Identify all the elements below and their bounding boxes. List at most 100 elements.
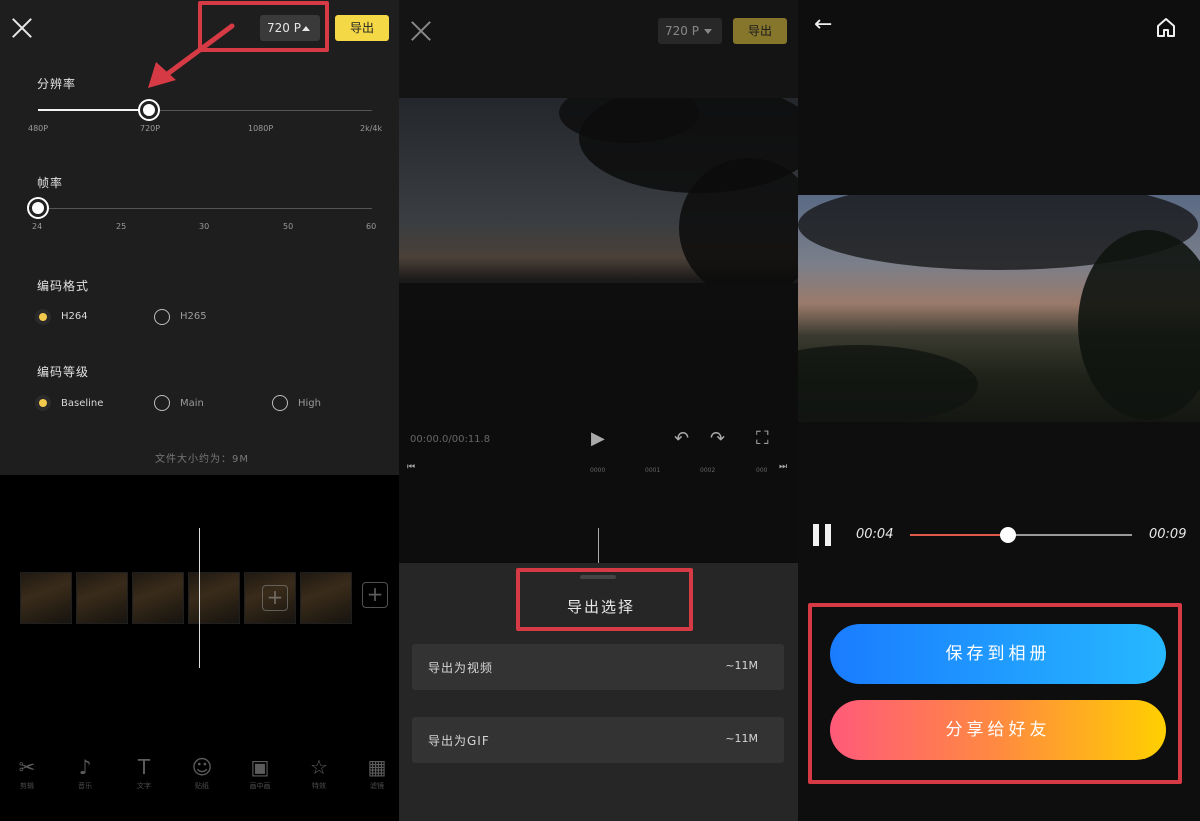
option-size: ~11M	[725, 659, 758, 672]
back-arrow-icon[interactable]: ←	[814, 12, 832, 37]
progress-knob[interactable]	[999, 527, 1016, 543]
export-gif-option[interactable]: 导出为GIF ~11M	[412, 717, 784, 763]
export-result-panel: ← 00:04 00:09 保存到相册 分享给好友	[798, 0, 1200, 821]
baseline-radio[interactable]	[35, 395, 51, 411]
framerate-tick: 24	[32, 222, 43, 231]
export-button[interactable]: 导出	[733, 18, 787, 44]
timeline-scale-label: 000	[756, 467, 768, 474]
codec-format-title: 编码格式	[37, 279, 90, 293]
resolution-dropdown[interactable]: 720 P	[658, 18, 722, 44]
tool-music[interactable]: ♪ 音乐	[65, 755, 105, 791]
pip-icon: ▣	[250, 755, 270, 779]
high-label: High	[298, 398, 321, 409]
highlight-box	[516, 568, 693, 631]
tool-label: 音乐	[78, 782, 92, 790]
h264-label: H264	[61, 311, 88, 322]
skip-start-icon[interactable]: ⏮	[407, 462, 415, 472]
caret-down-icon	[704, 29, 712, 34]
clip-thumbnail-strip	[20, 572, 399, 624]
add-transition-icon[interactable]: +	[262, 585, 288, 611]
framerate-tick: 50	[283, 222, 294, 231]
tool-cut[interactable]: ✂ 剪辑	[7, 755, 47, 791]
undo-icon[interactable]: ↶	[674, 428, 689, 449]
clip-thumbnail	[188, 572, 240, 624]
codec-level-title: 编码等级	[37, 365, 90, 379]
timeline-scale-label: 0000	[590, 467, 606, 474]
resolution-title: 分辨率	[37, 77, 77, 91]
h265-radio[interactable]	[154, 309, 170, 325]
clip-thumbnail	[132, 572, 184, 624]
export-choice-panel: 720 P 导出 00:00.0/00:11.8 ▶ ↶ ↷ ⛶ ⏮ ⏭ 000…	[399, 0, 798, 821]
tool-label: 贴纸	[195, 782, 209, 790]
resolution-slider-knob[interactable]	[140, 101, 158, 119]
close-icon[interactable]	[11, 17, 33, 39]
tool-label: 特效	[312, 782, 326, 790]
tree-silhouette-icon	[798, 195, 1200, 422]
tool-label: 文字	[137, 782, 151, 790]
progress-fill	[910, 534, 1008, 536]
clip-thumbnail	[300, 572, 352, 624]
music-icon: ♪	[78, 755, 92, 779]
h265-label: H265	[180, 311, 207, 322]
tree-silhouette-icon	[399, 98, 798, 320]
timeline-scale-label: 0002	[700, 467, 716, 474]
current-time: 00:04	[856, 527, 894, 542]
export-video-option[interactable]: 导出为视频 ~11M	[412, 644, 784, 690]
tool-filter[interactable]: ▦ 滤镜	[357, 755, 397, 791]
redo-icon[interactable]: ↷	[710, 428, 725, 449]
save-to-album-button[interactable]: 保存到相册	[830, 624, 1166, 684]
home-icon[interactable]	[1155, 16, 1177, 38]
exported-video-preview	[798, 195, 1200, 422]
framerate-tick: 60	[366, 222, 377, 231]
pause-icon[interactable]	[812, 524, 832, 546]
tool-label: 剪辑	[20, 782, 34, 790]
main-label: Main	[180, 398, 204, 409]
effect-icon: ☆	[310, 755, 328, 779]
sticker-icon: ☺	[191, 755, 213, 779]
share-to-friends-button[interactable]: 分享给好友	[830, 700, 1166, 760]
main-radio[interactable]	[154, 395, 170, 411]
edit-toolbar: ✂ 剪辑 ♪ 音乐 T 文字 ☺ 贴纸 ▣ 画中画 ☆ 特效 ▦ 滤镜	[0, 755, 399, 805]
resolution-slider-fill	[38, 109, 150, 111]
tool-label: 画中画	[249, 782, 271, 790]
framerate-tick: 25	[116, 222, 127, 231]
high-radio[interactable]	[272, 395, 288, 411]
timeline-scale-label: 0001	[645, 467, 661, 474]
scissors-icon: ✂	[18, 755, 36, 779]
player-area: 00:00.0/00:11.8 ▶ ↶ ↷ ⛶ ⏮ ⏭ 0000 0001 00…	[399, 320, 798, 563]
playback-timecode: 00:00.0/00:11.8	[410, 434, 491, 445]
tool-pip[interactable]: ▣ 画中画	[240, 755, 280, 791]
timeline-playhead	[598, 528, 599, 563]
filter-icon: ▦	[367, 755, 387, 779]
tool-sticker[interactable]: ☺ 贴纸	[182, 755, 222, 791]
close-icon[interactable]	[410, 20, 432, 42]
resolution-dropdown-value: 720 P	[665, 24, 699, 38]
framerate-title: 帧率	[37, 176, 64, 190]
framerate-slider-knob[interactable]	[29, 199, 47, 217]
tool-label: 滤镜	[370, 782, 384, 790]
text-icon: T	[137, 755, 151, 779]
framerate-slider-track[interactable]	[38, 208, 372, 209]
option-label: 导出为GIF	[428, 734, 490, 748]
fullscreen-icon[interactable]: ⛶	[756, 428, 769, 449]
resolution-tick: 720P	[140, 124, 161, 133]
h264-radio[interactable]	[35, 309, 51, 325]
file-size-estimate: 文件大小约为：9M	[155, 454, 249, 465]
resolution-tick: 480P	[28, 124, 49, 133]
resolution-tick: 1080P	[248, 124, 274, 133]
top-bar: 720 P 导出	[399, 0, 798, 98]
resolution-tick: 2k/4k	[360, 124, 383, 133]
baseline-label: Baseline	[61, 398, 104, 409]
tool-effect[interactable]: ☆ 特效	[299, 755, 339, 791]
tool-text[interactable]: T 文字	[124, 755, 164, 791]
add-clip-icon[interactable]: +	[362, 582, 388, 608]
annotation-arrow-icon	[148, 23, 235, 88]
play-icon[interactable]: ▶	[591, 428, 605, 449]
option-size: ~11M	[725, 732, 758, 745]
export-button[interactable]: 导出	[335, 15, 389, 41]
timeline-playhead	[199, 528, 200, 668]
export-settings-panel: 720 P 导出 分辨率 480P 720P 1080P 2k/4k 帧率 24…	[0, 0, 399, 821]
clip-thumbnail	[20, 572, 72, 624]
option-label: 导出为视频	[428, 661, 494, 675]
skip-end-icon[interactable]: ⏭	[779, 462, 787, 472]
